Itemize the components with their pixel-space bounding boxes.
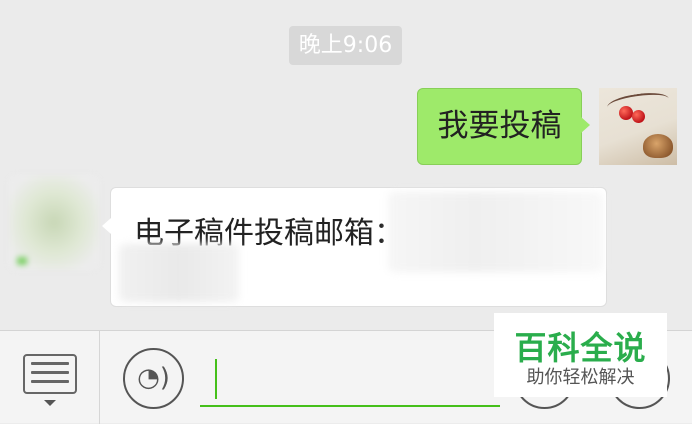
menu-line xyxy=(31,380,69,383)
timestamp-badge: 晚上9:06 xyxy=(289,26,402,65)
caret-down-icon xyxy=(44,400,56,406)
avatar-berry xyxy=(619,106,633,120)
menu-line xyxy=(31,362,69,365)
my-avatar[interactable] xyxy=(599,88,677,165)
sent-message-bubble[interactable]: 我要投稿 xyxy=(417,88,590,165)
voice-icon[interactable]: ◔) xyxy=(123,348,184,409)
received-message-bubble[interactable]: 电子稿件投稿邮箱： xyxy=(102,187,607,307)
menu-line xyxy=(31,371,69,374)
chat-area: 晚上9:06 我要投稿 电子稿件投稿邮箱： xyxy=(0,0,692,330)
redacted-email xyxy=(388,192,603,272)
avatar-edge xyxy=(17,257,27,265)
list-menu-icon[interactable] xyxy=(23,354,77,394)
redacted-text xyxy=(119,244,239,302)
watermark-logo: 百科全说 助你轻松解决 xyxy=(494,313,667,397)
avatar-creature xyxy=(643,134,673,158)
watermark-subtitle: 助你轻松解决 xyxy=(526,367,635,388)
contact-avatar[interactable] xyxy=(9,175,99,270)
toolbar-divider xyxy=(99,331,100,424)
message-input[interactable] xyxy=(200,355,500,407)
avatar-berry xyxy=(632,110,645,123)
watermark-title: 百科全说 xyxy=(514,329,647,367)
text-cursor xyxy=(215,359,217,399)
